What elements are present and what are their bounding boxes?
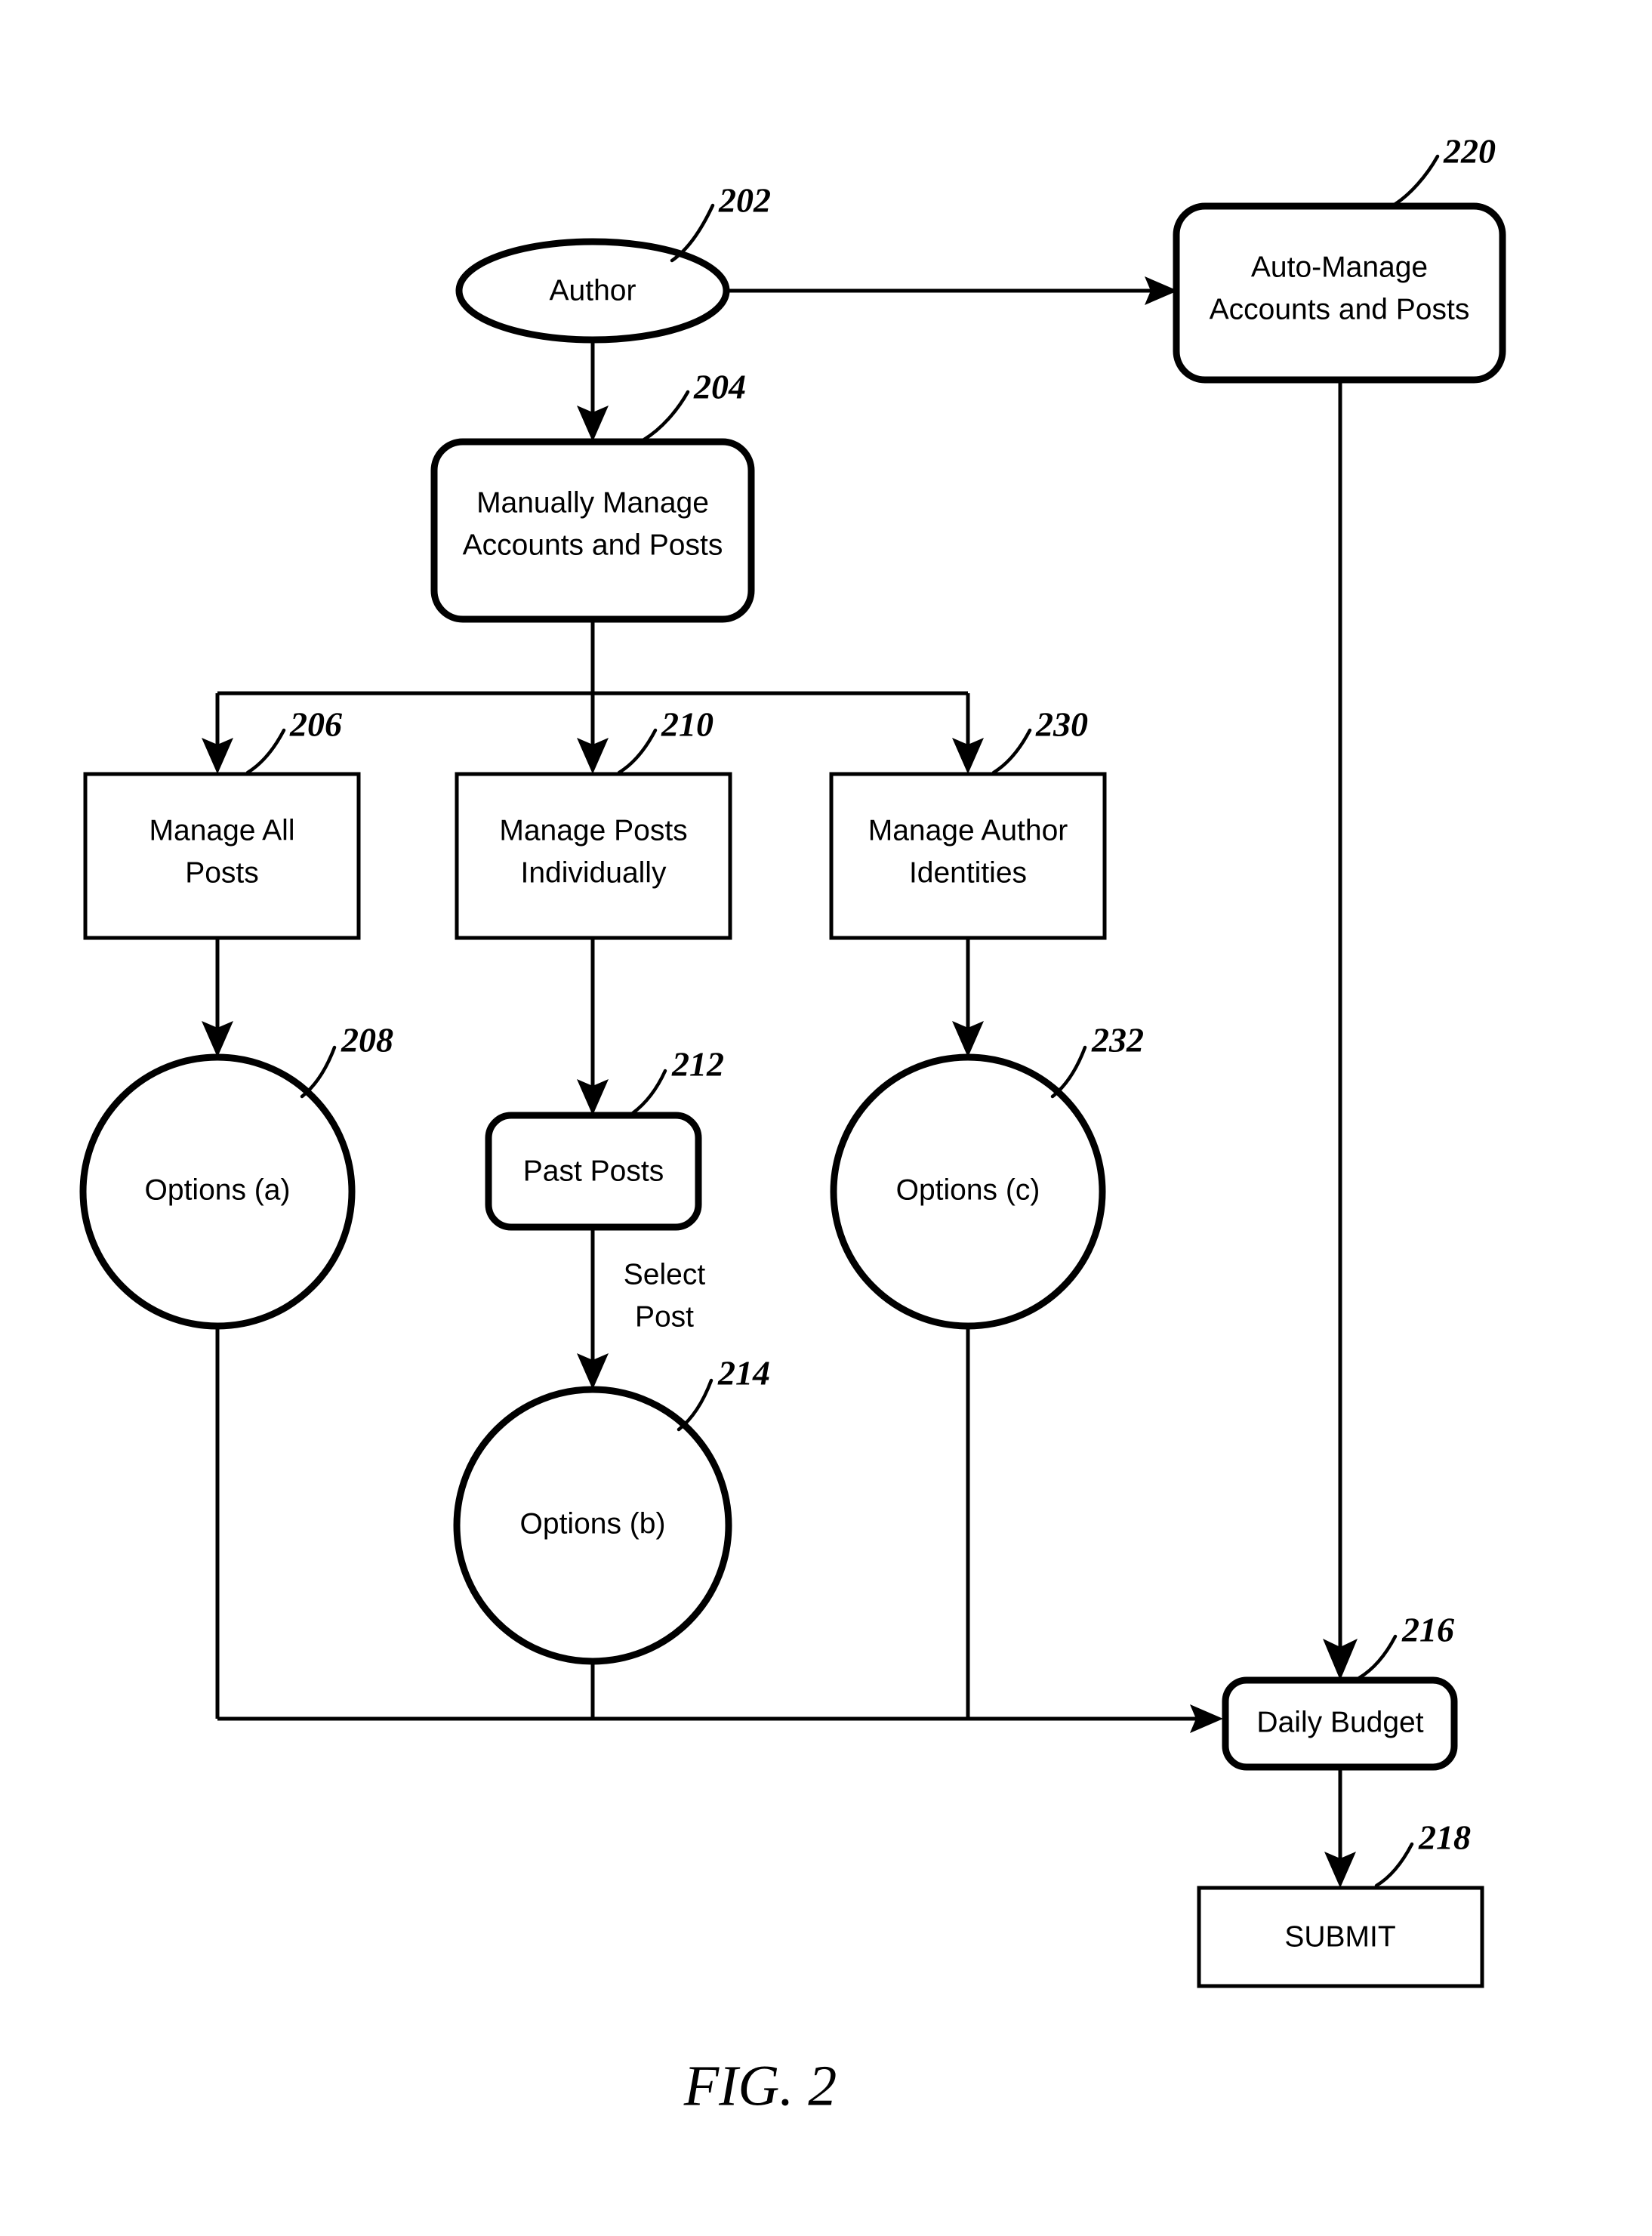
node-manage-all-posts[interactable]: Manage All Posts (83, 772, 361, 940)
ref-number-232: 232 (1091, 1021, 1144, 1059)
patent-figure: Author 202 Auto-Manage Accounts and Post… (0, 0, 1652, 2236)
ref-number-230: 230 (1035, 705, 1088, 744)
edge-manually-manage-branch (202, 619, 984, 774)
ref-callout-204: 204 (642, 368, 746, 442)
node-manage-author-identities-label-line1: Manage Author (868, 814, 1068, 847)
node-options-a-label: Options (a) (145, 1174, 291, 1206)
node-manage-posts-individually-label-line1: Manage Posts (499, 814, 687, 847)
edge-author-to-manually-manage (577, 340, 609, 442)
edge-manage-author-identities-to-options-c (952, 938, 984, 1057)
ref-callout-206: 206 (245, 705, 342, 775)
node-options-a[interactable]: Options (a) (79, 1053, 356, 1330)
node-daily-budget-label: Daily Budget (1256, 1706, 1423, 1738)
edge-label-select-post: Select Post (624, 1258, 706, 1333)
edge-manage-posts-individually-to-past-posts (577, 938, 609, 1115)
node-options-c-label: Options (c) (896, 1174, 1040, 1206)
node-manually-manage-label-line2: Accounts and Posts (463, 529, 723, 561)
node-past-posts-label: Past Posts (523, 1155, 664, 1187)
node-past-posts[interactable]: Past Posts (485, 1112, 702, 1231)
ref-number-204: 204 (693, 368, 746, 406)
edge-manage-all-posts-to-options-a (202, 938, 233, 1057)
node-submit-label: SUBMIT (1284, 1920, 1395, 1953)
node-manually-manage-label-line1: Manually Manage (476, 486, 709, 519)
ref-callout-210: 210 (617, 705, 714, 775)
node-daily-budget[interactable]: Daily Budget (1222, 1676, 1458, 1771)
node-manage-all-posts-label-line2: Posts (185, 856, 259, 889)
ref-callout-230: 230 (991, 705, 1088, 775)
edge-label-select-post-line1: Select (624, 1258, 706, 1291)
flowchart-canvas: Author 202 Auto-Manage Accounts and Post… (79, 132, 1506, 2117)
node-manage-all-posts-label-line1: Manage All (149, 814, 295, 847)
edge-auto-manage-to-daily-budget (1323, 380, 1358, 1680)
edge-past-posts-to-options-b (577, 1227, 609, 1389)
ref-number-218: 218 (1418, 1818, 1471, 1857)
node-auto-manage-label-line1: Auto-Manage (1251, 251, 1428, 283)
node-auto-manage-label-line2: Accounts and Posts (1210, 293, 1470, 325)
node-options-b-label: Options (b) (520, 1507, 666, 1540)
ref-callout-232: 232 (1050, 1021, 1144, 1099)
ref-callout-212: 212 (630, 1045, 724, 1115)
ref-number-216: 216 (1401, 1611, 1454, 1649)
node-options-b[interactable]: Options (b) (453, 1386, 732, 1665)
ref-callout-220: 220 (1391, 132, 1496, 208)
ref-callout-208: 208 (300, 1021, 393, 1099)
ref-callout-214: 214 (677, 1354, 770, 1432)
node-auto-manage[interactable]: Auto-Manage Accounts and Posts (1173, 202, 1506, 384)
ref-callout-218: 218 (1374, 1818, 1471, 1888)
ref-callout-216: 216 (1357, 1611, 1454, 1680)
ref-callout-202: 202 (670, 181, 771, 263)
node-manage-author-identities-label-line2: Identities (909, 856, 1027, 889)
ref-number-210: 210 (661, 705, 714, 744)
edge-author-to-auto-manage (726, 276, 1178, 305)
ref-number-202: 202 (718, 181, 771, 220)
node-submit[interactable]: SUBMIT (1197, 1886, 1484, 1988)
node-manage-posts-individually[interactable]: Manage Posts Individually (455, 772, 732, 940)
node-manage-posts-individually-label-line2: Individually (521, 856, 667, 889)
ref-number-206: 206 (289, 705, 342, 744)
node-manage-author-identities[interactable]: Manage Author Identities (829, 772, 1107, 940)
node-author-label: Author (550, 274, 636, 307)
ref-number-212: 212 (671, 1045, 724, 1084)
ref-number-208: 208 (341, 1021, 393, 1059)
ref-number-214: 214 (717, 1354, 770, 1392)
ref-number-220: 220 (1443, 132, 1496, 171)
edge-daily-budget-to-submit (1324, 1767, 1356, 1888)
edge-label-select-post-line2: Post (635, 1300, 694, 1333)
figure-caption: FIG. 2 (683, 2054, 837, 2117)
node-options-c[interactable]: Options (c) (830, 1053, 1106, 1330)
node-manually-manage[interactable]: Manually Manage Accounts and Posts (430, 438, 755, 623)
node-author[interactable]: Author (455, 238, 730, 344)
